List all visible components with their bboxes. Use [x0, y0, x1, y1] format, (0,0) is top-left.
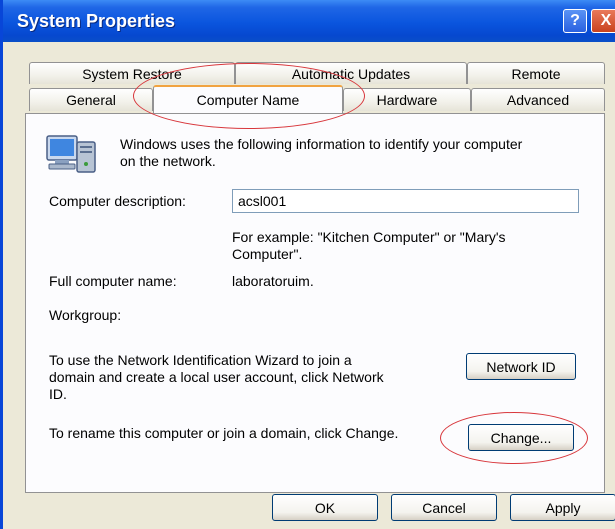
computer-description-label: Computer description: [49, 193, 186, 209]
tab-automatic-updates[interactable]: Automatic Updates [235, 62, 467, 84]
tab-label: Remote [511, 65, 561, 82]
close-icon: X [600, 12, 612, 29]
tab-label: Advanced [506, 92, 570, 108]
tab-label: Computer Name [196, 92, 300, 108]
wizard-text-line1: To use the Network Identification Wizard… [49, 352, 352, 368]
title-bar[interactable]: System Properties ? X [3, 0, 615, 42]
window-title: System Properties [17, 11, 176, 31]
tab-label: Automatic Updates [291, 65, 411, 82]
tab-label: Hardware [376, 92, 438, 108]
rename-text: To rename this computer or join a domain… [49, 425, 399, 441]
tab-computer-name[interactable]: Computer Name [153, 85, 343, 113]
change-button[interactable]: Change... [468, 424, 574, 451]
close-button[interactable]: X [591, 9, 615, 33]
example-text-line2: Computer". [232, 246, 303, 262]
full-computer-name-value: laboratoruim. [232, 273, 314, 289]
intro-text-line1: Windows uses the following information t… [120, 136, 523, 152]
tab-hardware[interactable]: Hardware [343, 88, 471, 111]
tab-system-restore[interactable]: System Restore [29, 62, 235, 84]
computer-network-icon [46, 135, 96, 173]
tab-label: General [66, 92, 116, 108]
example-text-line1: For example: "Kitchen Computer" or "Mary… [232, 229, 506, 245]
cancel-button[interactable]: Cancel [391, 494, 497, 521]
full-computer-name-label: Full computer name: [49, 273, 177, 289]
tab-general[interactable]: General [29, 88, 153, 111]
apply-button[interactable]: Apply [510, 494, 615, 521]
ok-button[interactable]: OK [272, 494, 378, 521]
tab-advanced[interactable]: Advanced [471, 88, 605, 111]
workgroup-label: Workgroup: [49, 307, 122, 323]
network-id-button[interactable]: Network ID [466, 353, 576, 380]
help-icon: ? [570, 12, 580, 29]
intro-text-line2: on the network. [120, 153, 216, 169]
system-properties-window: System Properties ? X System Restore Aut… [0, 0, 615, 529]
wizard-text-line3: ID. [49, 386, 67, 402]
computer-description-input[interactable]: acsl001 [232, 189, 579, 213]
tab-label: System Restore [82, 65, 182, 82]
tab-remote[interactable]: Remote [467, 62, 605, 84]
help-button[interactable]: ? [563, 9, 587, 33]
wizard-text-line2: domain and create a local user account, … [49, 369, 384, 385]
